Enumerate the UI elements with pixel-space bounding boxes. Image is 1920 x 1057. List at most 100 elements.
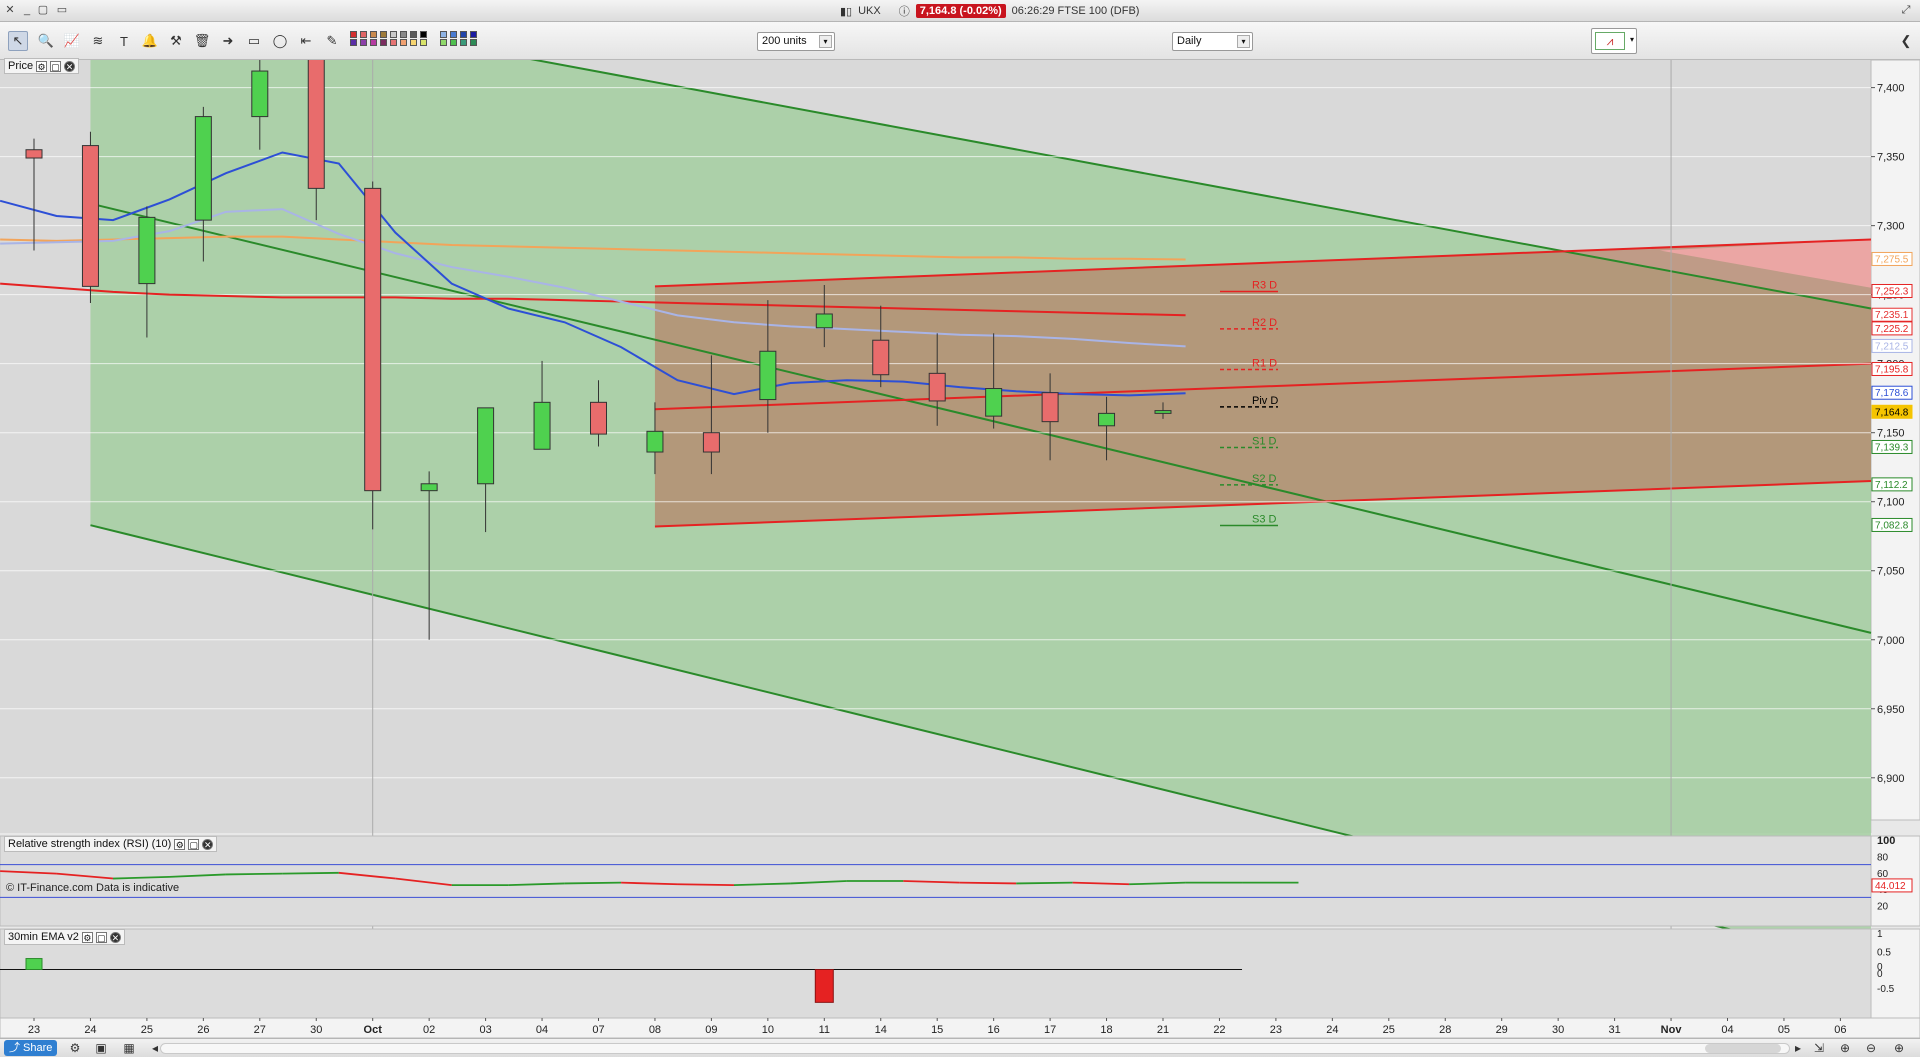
line-icon[interactable]: ⇤ — [296, 31, 316, 51]
pivot-label: R2 D — [1252, 317, 1277, 329]
price-badge-label: 7,139.3 — [1875, 442, 1909, 453]
side-panel-icon[interactable]: ❮ — [1896, 31, 1916, 51]
scroll-right-icon[interactable]: ▸ — [1791, 1041, 1805, 1055]
settings-icon[interactable]: ⚙ — [36, 60, 48, 72]
close-icon[interactable]: ✕ — [202, 838, 214, 850]
chart-area[interactable]: R3 D R2 D R1 D Piv D S1 D S2 D S3 D 7,400 7,350… — [0, 58, 1920, 1038]
rsi-segment — [225, 872, 283, 876]
color-swatch[interactable] — [460, 31, 467, 38]
x-tick-label: 30 — [1552, 1024, 1564, 1036]
color-swatch[interactable] — [400, 31, 407, 38]
arrow-icon[interactable]: ➜ — [218, 31, 238, 51]
pointer-icon[interactable]: ↖ — [8, 31, 28, 51]
alert-icon[interactable]: 🔔 — [140, 31, 160, 51]
settings-icon[interactable]: ⚙ — [174, 838, 186, 850]
close-icon[interactable]: ✕ — [64, 60, 76, 72]
chart-icon[interactable]: 📈 — [62, 31, 82, 51]
y-tick-label: 7,300 — [1877, 221, 1905, 233]
menu-window-icon[interactable]: ▭ — [54, 4, 70, 16]
chart-style-button[interactable]: ⩘ ▾ — [1591, 28, 1637, 54]
instrument-status: 06:26:29 FTSE 100 (DFB) — [1011, 5, 1140, 17]
x-tick-label: 21 — [1157, 1024, 1169, 1036]
x-tick-label: 23 — [1270, 1024, 1282, 1036]
color-swatch[interactable] — [440, 31, 447, 38]
color-swatch[interactable] — [390, 31, 397, 38]
rsi-segment — [1016, 881, 1073, 885]
x-tick-label: 31 — [1608, 1024, 1620, 1036]
rsi-pane-header: Relative strength index (RSI) (10) ⚙ ▢ ✕ — [4, 836, 218, 852]
bear-candle — [307, 60, 325, 189]
color-swatch[interactable] — [470, 31, 477, 38]
color-swatch[interactable] — [420, 39, 427, 46]
y-tick-label: 6,900 — [1877, 773, 1905, 785]
trash-icon[interactable]: 🗑 — [192, 31, 212, 51]
ellipse-icon[interactable]: ◯ — [270, 31, 290, 51]
color-swatch[interactable] — [380, 39, 387, 46]
color-swatch[interactable] — [470, 39, 477, 46]
rsi-tick-label: 100 — [1877, 835, 1895, 847]
color-swatch[interactable] — [450, 39, 457, 46]
maximize-icon[interactable]: ▢ — [95, 931, 107, 943]
chevron-down-icon: ▾ — [819, 35, 832, 48]
chevron-down-icon: ▾ — [1629, 35, 1634, 44]
maximize-icon[interactable]: ▢ — [188, 838, 200, 850]
pivot-label: S1 D — [1252, 435, 1277, 447]
color-swatch[interactable] — [390, 39, 397, 46]
color-swatch[interactable] — [460, 39, 467, 46]
pen-icon[interactable]: ✎ — [322, 31, 342, 51]
restore-window-icon[interactable]: ▢ — [37, 4, 49, 16]
color-swatch[interactable] — [360, 39, 367, 46]
ema-bull-bar — [25, 958, 43, 970]
scrollbar-thumb[interactable] — [1705, 1044, 1781, 1053]
color-swatch[interactable] — [410, 39, 417, 46]
ema-pane-header: 30min EMA v2 ⚙ ▢ ✕ — [4, 929, 125, 945]
color-swatch[interactable] — [410, 31, 417, 38]
close-icon[interactable]: ✕ — [109, 931, 121, 943]
zoom-icon[interactable]: 🔍 — [36, 31, 56, 51]
units-select[interactable]: 200 units ▾ — [757, 32, 835, 51]
share-label: Share — [23, 1042, 53, 1054]
rectangle-icon[interactable]: ▭ — [244, 31, 264, 51]
settings-icon[interactable]: ⚙ — [81, 931, 93, 943]
ema-pane-label: 30min EMA v2 — [8, 931, 79, 943]
color-swatch[interactable] — [400, 39, 407, 46]
x-tick-label: 25 — [141, 1024, 153, 1036]
close-window-icon[interactable]: ✕ — [4, 4, 16, 16]
color-swatch[interactable] — [380, 31, 387, 38]
period-select[interactable]: Daily ▾ — [1172, 32, 1253, 51]
y-tick-label: 7,350 — [1877, 152, 1905, 164]
price-chart[interactable]: R3 D R2 D R1 D Piv D S1 D S2 D S3 D 7,400 7,350… — [0, 60, 1920, 1038]
grid-icon[interactable]: ▦ — [122, 1041, 136, 1055]
fit-chart-icon[interactable]: ⇲ — [1812, 1041, 1826, 1055]
color-swatch[interactable] — [370, 39, 377, 46]
minimize-window-icon[interactable]: _ — [21, 4, 33, 16]
zoom-reset-icon[interactable]: ⊕ — [1838, 1041, 1852, 1055]
horizontal-scrollbar[interactable] — [160, 1043, 1790, 1054]
screenshot-icon[interactable]: ▣ — [94, 1041, 108, 1055]
color-swatch[interactable] — [420, 31, 427, 38]
color-swatch[interactable] — [350, 31, 357, 38]
zoom-in-icon[interactable]: ⊕ — [1892, 1041, 1906, 1055]
ema-bear-bar — [814, 969, 834, 1003]
bear-candle — [81, 145, 99, 287]
zoom-out-icon[interactable]: ⊖ — [1864, 1041, 1878, 1055]
bull-candle — [815, 313, 833, 329]
tools-icon[interactable]: ⚒ — [166, 31, 186, 51]
price-badge-label: 7,195.8 — [1875, 364, 1909, 375]
color-swatch[interactable] — [360, 31, 367, 38]
price-badge-label: 7,235.1 — [1875, 310, 1909, 321]
settings-gear-icon[interactable]: ⚙ — [68, 1041, 82, 1055]
color-swatch[interactable] — [440, 39, 447, 46]
color-swatch[interactable] — [350, 39, 357, 46]
color-swatch[interactable] — [450, 31, 457, 38]
share-button[interactable]: ⤴ Share — [4, 1040, 58, 1056]
maximize-icon[interactable]: ▢ — [50, 60, 62, 72]
info-icon[interactable]: ⓘ — [899, 3, 910, 19]
x-tick-label: 16 — [988, 1024, 1000, 1036]
fullscreen-icon[interactable]: ⤢ — [1900, 4, 1912, 16]
status-bar: ⤴ Share ⚙ ▣ ▦ ◂ ▸ ⇲ ⊕ ⊖ ⊕ — [0, 1038, 1920, 1057]
color-swatch[interactable] — [370, 31, 377, 38]
price-badge-label: 7,225.2 — [1875, 324, 1909, 335]
rafi-icon[interactable]: ≋ — [88, 31, 108, 51]
text-tool-icon[interactable]: T — [114, 31, 134, 51]
